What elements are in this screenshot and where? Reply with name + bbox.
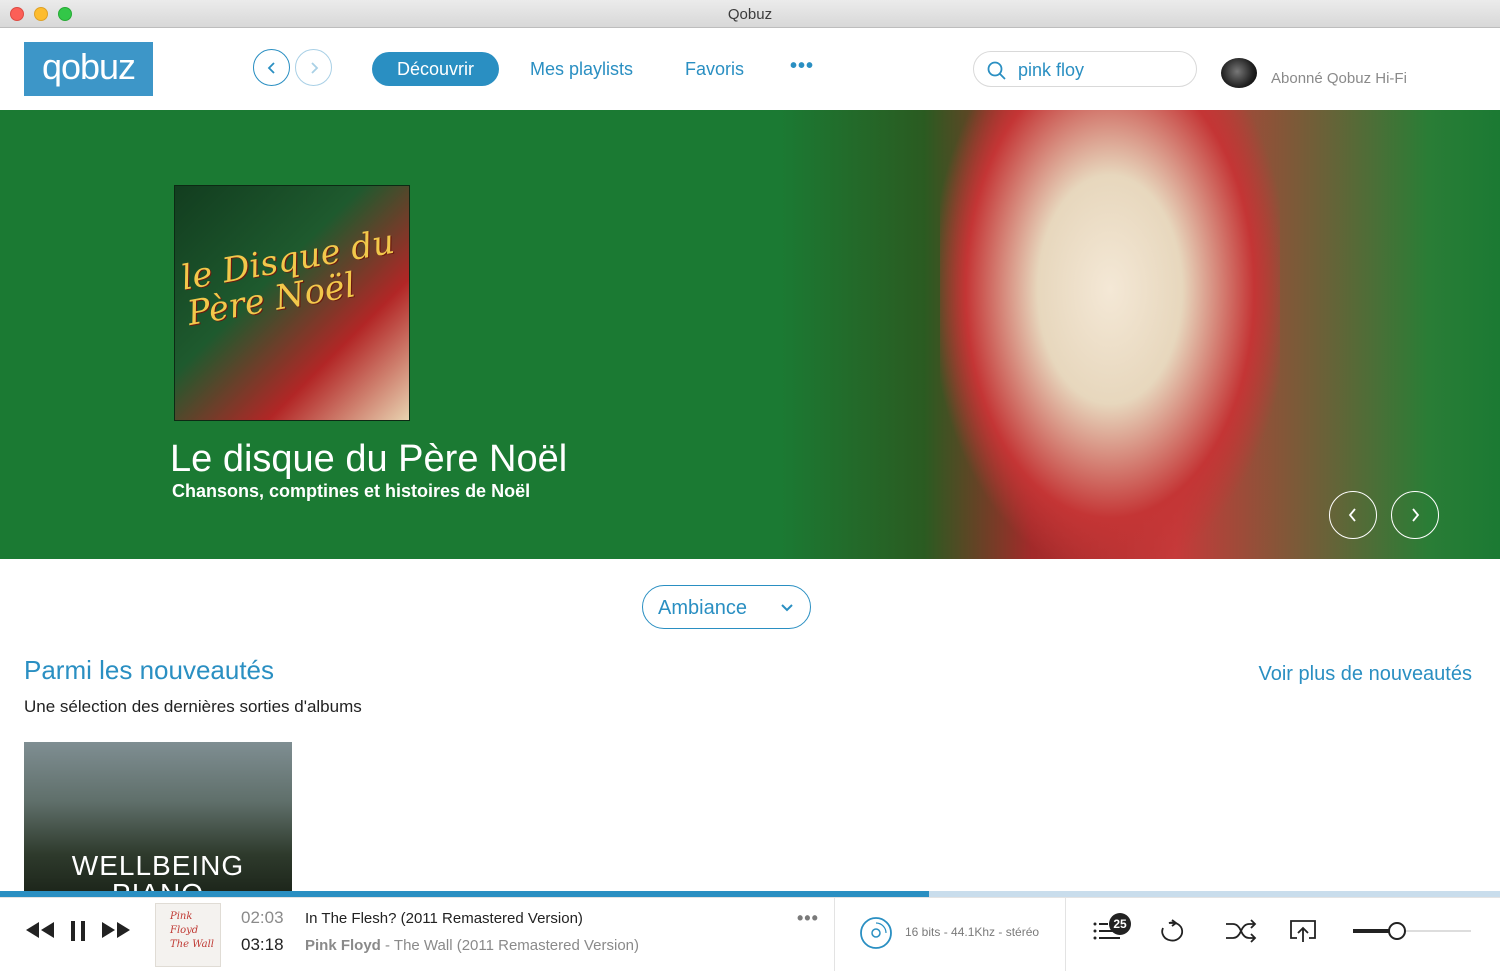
- now-playing-cover-text: Pink Floyd The Wall: [170, 911, 214, 950]
- track-options-button[interactable]: •••: [797, 908, 819, 929]
- next-track-button[interactable]: [100, 920, 132, 945]
- fast-forward-icon: [102, 922, 130, 938]
- chevron-down-icon: [781, 604, 793, 612]
- chevron-left-icon: [267, 62, 275, 74]
- search-input[interactable]: [1018, 58, 1188, 82]
- top-navigation: qobuz Découvrir Mes playlists Favoris ••…: [0, 29, 1500, 110]
- cast-button[interactable]: [1288, 918, 1318, 949]
- ambiance-dropdown[interactable]: Ambiance: [642, 585, 811, 629]
- volume-knob[interactable]: [1387, 922, 1406, 940]
- cd-quality-icon: [860, 917, 892, 949]
- album-cover-text: PIANO: [24, 878, 292, 892]
- search-icon: [987, 61, 1006, 80]
- tab-decouvrir[interactable]: Découvrir: [372, 52, 499, 86]
- track-artist[interactable]: Pink Floyd: [305, 937, 381, 954]
- track-artist-album: Pink Floyd - The Wall (2011 Remastered V…: [305, 937, 639, 954]
- track-title[interactable]: In The Flesh? (2011 Remastered Version): [305, 910, 583, 927]
- qobuz-logo[interactable]: qobuz: [24, 42, 153, 96]
- ambiance-label: Ambiance: [658, 597, 747, 619]
- section-subtitle: Une sélection des dernières sorties d'al…: [24, 697, 362, 716]
- queue-count-badge: 25: [1109, 913, 1131, 935]
- cast-icon: [1290, 920, 1316, 942]
- repeat-button[interactable]: [1157, 919, 1189, 948]
- volume-slider[interactable]: [1353, 929, 1471, 933]
- see-more-link[interactable]: Voir plus de nouveautés: [1259, 663, 1473, 686]
- pause-icon: [71, 921, 85, 941]
- shuffle-icon: [1226, 919, 1257, 943]
- hero-prev-button[interactable]: [1329, 491, 1377, 539]
- previous-track-button[interactable]: [24, 920, 56, 945]
- search-box[interactable]: [973, 51, 1197, 87]
- hero-title[interactable]: Le disque du Père Noël: [170, 438, 567, 481]
- repeat-icon: [1161, 919, 1184, 942]
- total-time: 03:18: [241, 935, 284, 954]
- audio-quality: 16 bits - 44.1Khz - stéréo: [905, 925, 1040, 939]
- avatar[interactable]: [1221, 58, 1257, 88]
- player-bar: Pink Floyd The Wall 02:03 03:18 In The F…: [0, 897, 1500, 971]
- track-album[interactable]: - The Wall (2011 Remastered Version): [381, 937, 639, 954]
- album-card[interactable]: WELLBEING PIANO: [24, 742, 292, 892]
- hero-cover-text: le Disque du Père Noël: [178, 221, 398, 335]
- chevron-right-icon: [1412, 508, 1420, 522]
- subscription-label[interactable]: Abonné Qobuz Hi-Fi: [1271, 70, 1407, 87]
- hero-santa-image: [940, 110, 1280, 559]
- shuffle-button[interactable]: [1224, 919, 1258, 948]
- now-playing-cover[interactable]: Pink Floyd The Wall: [155, 903, 221, 967]
- hero-subtitle: Chansons, comptines et histoires de Noël: [172, 481, 531, 501]
- divider: [834, 898, 835, 971]
- pause-button[interactable]: [68, 920, 88, 947]
- section-title: Parmi les nouveautés: [24, 655, 275, 685]
- title-bar: Qobuz: [0, 0, 1500, 28]
- chevron-left-icon: [1348, 508, 1356, 522]
- forward-button[interactable]: [295, 49, 332, 86]
- back-button[interactable]: [253, 49, 290, 86]
- divider: [1065, 898, 1066, 971]
- tab-mes-playlists[interactable]: Mes playlists: [530, 59, 633, 80]
- rewind-icon: [26, 922, 54, 938]
- app-window: Qobuz qobuz Découvrir Mes playlists Favo…: [0, 0, 1500, 971]
- hero-banner[interactable]: le Disque du Père Noël Le disque du Père…: [0, 110, 1500, 559]
- hero-next-button[interactable]: [1391, 491, 1439, 539]
- hero-album-cover[interactable]: le Disque du Père Noël: [174, 185, 410, 421]
- chevron-right-icon: [310, 62, 318, 74]
- elapsed-time: 02:03: [241, 908, 284, 927]
- tab-favoris[interactable]: Favoris: [685, 59, 744, 80]
- more-menu-button[interactable]: •••: [790, 55, 814, 78]
- window-title: Qobuz: [727, 6, 773, 23]
